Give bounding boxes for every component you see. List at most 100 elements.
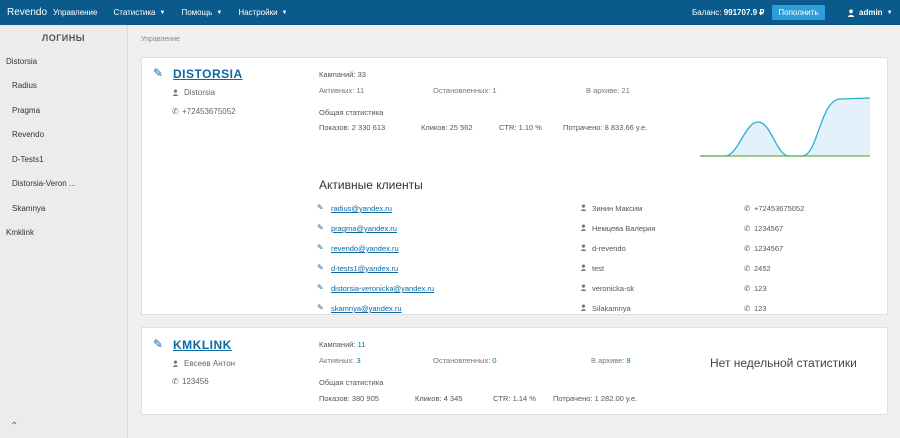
nav-statistics[interactable]: Статистика ▼ — [113, 8, 165, 17]
client-name: Silakamnya — [592, 304, 631, 313]
person-icon — [580, 224, 587, 233]
client-email-link[interactable]: skamnya@yandex.ru — [331, 304, 402, 313]
active-label: Активных: — [319, 356, 355, 365]
person-icon — [172, 360, 179, 369]
phone-icon: ✆ — [744, 244, 751, 253]
nav-management[interactable]: Управление — [53, 8, 97, 17]
edit-icon[interactable]: ✎ — [317, 303, 324, 312]
archive-value: 21 — [621, 86, 630, 95]
active-value: 3 — [356, 356, 361, 365]
stopped-value: 1 — [492, 86, 497, 95]
chevron-down-icon: ▼ — [216, 9, 223, 16]
campaigns-label: Кампаний: — [319, 340, 356, 349]
balance-label: Баланс: — [692, 8, 722, 17]
stat-shows: Показов: 2 330 613 — [319, 123, 385, 132]
edit-icon[interactable]: ✎ — [153, 337, 163, 351]
edit-icon[interactable]: ✎ — [317, 243, 324, 252]
clicks-value: 25 562 — [449, 123, 473, 132]
ctr-label: CTR: — [499, 123, 517, 132]
stopped-label: Остановленных: — [433, 356, 491, 365]
account-phone: +72453675052 — [182, 107, 236, 116]
campaigns-value: 11 — [357, 340, 366, 349]
shows-value: 2 330 613 — [351, 123, 386, 132]
no-weekly-stats-message: Нет недельной статистики — [710, 356, 857, 370]
edit-icon[interactable]: ✎ — [317, 223, 324, 232]
person-icon — [580, 284, 587, 293]
phone-icon: ✆ — [744, 304, 751, 313]
ctr-value: 1.14 % — [512, 394, 536, 403]
archive-value: 8 — [626, 356, 631, 365]
client-phone: 1234567 — [754, 224, 784, 233]
nav-label: Помощь — [181, 8, 213, 17]
brand-logo[interactable]: Revendo — [0, 7, 53, 18]
sidebar-item-kmklink[interactable]: Kmklink — [6, 228, 34, 237]
phone-icon: ✆ — [172, 377, 179, 386]
sidebar-item-distorsia[interactable]: Distorsia — [6, 57, 37, 66]
client-name: test — [592, 264, 605, 273]
shows-value: 380 905 — [351, 394, 379, 403]
nav-label: Управление — [53, 8, 98, 17]
campaigns-value: 33 — [357, 70, 366, 79]
nav-settings[interactable]: Настройки ▼ — [238, 8, 287, 17]
sidebar-item-skamnya[interactable]: Skamnya — [12, 204, 45, 213]
clicks-label: Кликов: — [421, 123, 448, 132]
campaigns-archive: В архиве: 21 — [586, 86, 630, 95]
active-label: Активных: — [319, 86, 355, 95]
stat-spent: Потрачено: 8 833.66 у.е. — [563, 123, 647, 132]
user-menu[interactable]: admin ▼ — [847, 8, 893, 17]
chevron-down-icon: ▼ — [159, 9, 166, 16]
sidebar-item-revendo[interactable]: Revendo — [12, 130, 44, 139]
spent-value: 1 282.00 у.е. — [594, 394, 638, 403]
nav-help[interactable]: Помощь ▼ — [181, 8, 222, 17]
person-icon — [172, 89, 179, 98]
client-email-link[interactable]: radius@yandex.ru — [331, 204, 392, 213]
sidebar-item-d-tests1[interactable]: D-Tests1 — [12, 155, 44, 164]
archive-label: В архиве: — [591, 356, 625, 365]
client-email-link[interactable]: pragma@yandex.ru — [331, 224, 397, 233]
campaigns-active: Активных: 11 — [319, 86, 364, 95]
spent-value: 8 833.66 у.е. — [604, 123, 648, 132]
weekly-stats-sparkline — [700, 97, 871, 157]
sidebar-item-radius[interactable]: Radius — [12, 81, 37, 90]
stopped-label: Остановленных: — [433, 86, 491, 95]
account-card-kmklink: ✎ KMKLINK Евсеев Антон ✆ 123456 Кампаний… — [141, 327, 888, 415]
person-icon — [580, 204, 587, 213]
balance-value: 991707.9 ₽ — [723, 8, 765, 17]
edit-icon[interactable]: ✎ — [317, 203, 324, 212]
stat-shows: Показов: 380 905 — [319, 394, 379, 403]
chevron-up-icon[interactable]: ⌃ — [10, 421, 18, 432]
edit-icon[interactable]: ✎ — [317, 283, 324, 292]
account-name-link[interactable]: KMKLINK — [173, 338, 232, 352]
chevron-down-icon: ▼ — [886, 9, 893, 16]
sidebar-item-pragma[interactable]: Pragma — [12, 106, 40, 115]
account-owner: Евсеев Антон — [184, 359, 236, 368]
campaigns-total: Кампаний: 11 — [319, 340, 365, 349]
sidebar-item-distorsia-veron[interactable]: Distorsia-Veron ... — [12, 179, 76, 188]
clicks-value: 4 345 — [443, 394, 463, 403]
edit-icon[interactable]: ✎ — [153, 66, 163, 80]
edit-icon[interactable]: ✎ — [317, 263, 324, 272]
phone-icon: ✆ — [744, 284, 751, 293]
user-name: admin — [859, 8, 883, 17]
phone-icon: ✆ — [744, 264, 751, 273]
spent-label: Потрачено: — [563, 123, 603, 132]
topup-button[interactable]: Пополнить — [772, 5, 825, 20]
user-icon — [847, 9, 855, 17]
sidebar: ЛОГИНЫ Distorsia Radius Pragma Revendo D… — [0, 25, 128, 438]
campaigns-total: Кампаний: 33 — [319, 70, 366, 79]
stat-clicks: Кликов: 4 345 — [415, 394, 462, 403]
campaigns-archive: В архиве: 8 — [591, 356, 631, 365]
client-email-link[interactable]: distorsia-veronicka@yandex.ru — [331, 284, 434, 293]
sparkline-area — [700, 98, 870, 156]
person-icon — [580, 264, 587, 273]
client-email-link[interactable]: d-tests1@yandex.ru — [331, 264, 398, 273]
stat-ctr: CTR: 1.14 % — [493, 394, 536, 403]
main-nav: Управление Статистика ▼ Помощь ▼ Настройки… — [53, 0, 304, 25]
client-phone: 1234567 — [754, 244, 784, 253]
account-name-link[interactable]: DISTORSIA — [173, 67, 243, 81]
client-email-link[interactable]: revendo@yandex.ru — [331, 244, 399, 253]
spent-label: Потрачено: — [553, 394, 593, 403]
main-content: Управление ✎ DISTORSIA Distorsia ✆ +7245… — [129, 25, 900, 438]
client-phone: +72453675052 — [754, 204, 805, 213]
phone-icon: ✆ — [744, 224, 751, 233]
